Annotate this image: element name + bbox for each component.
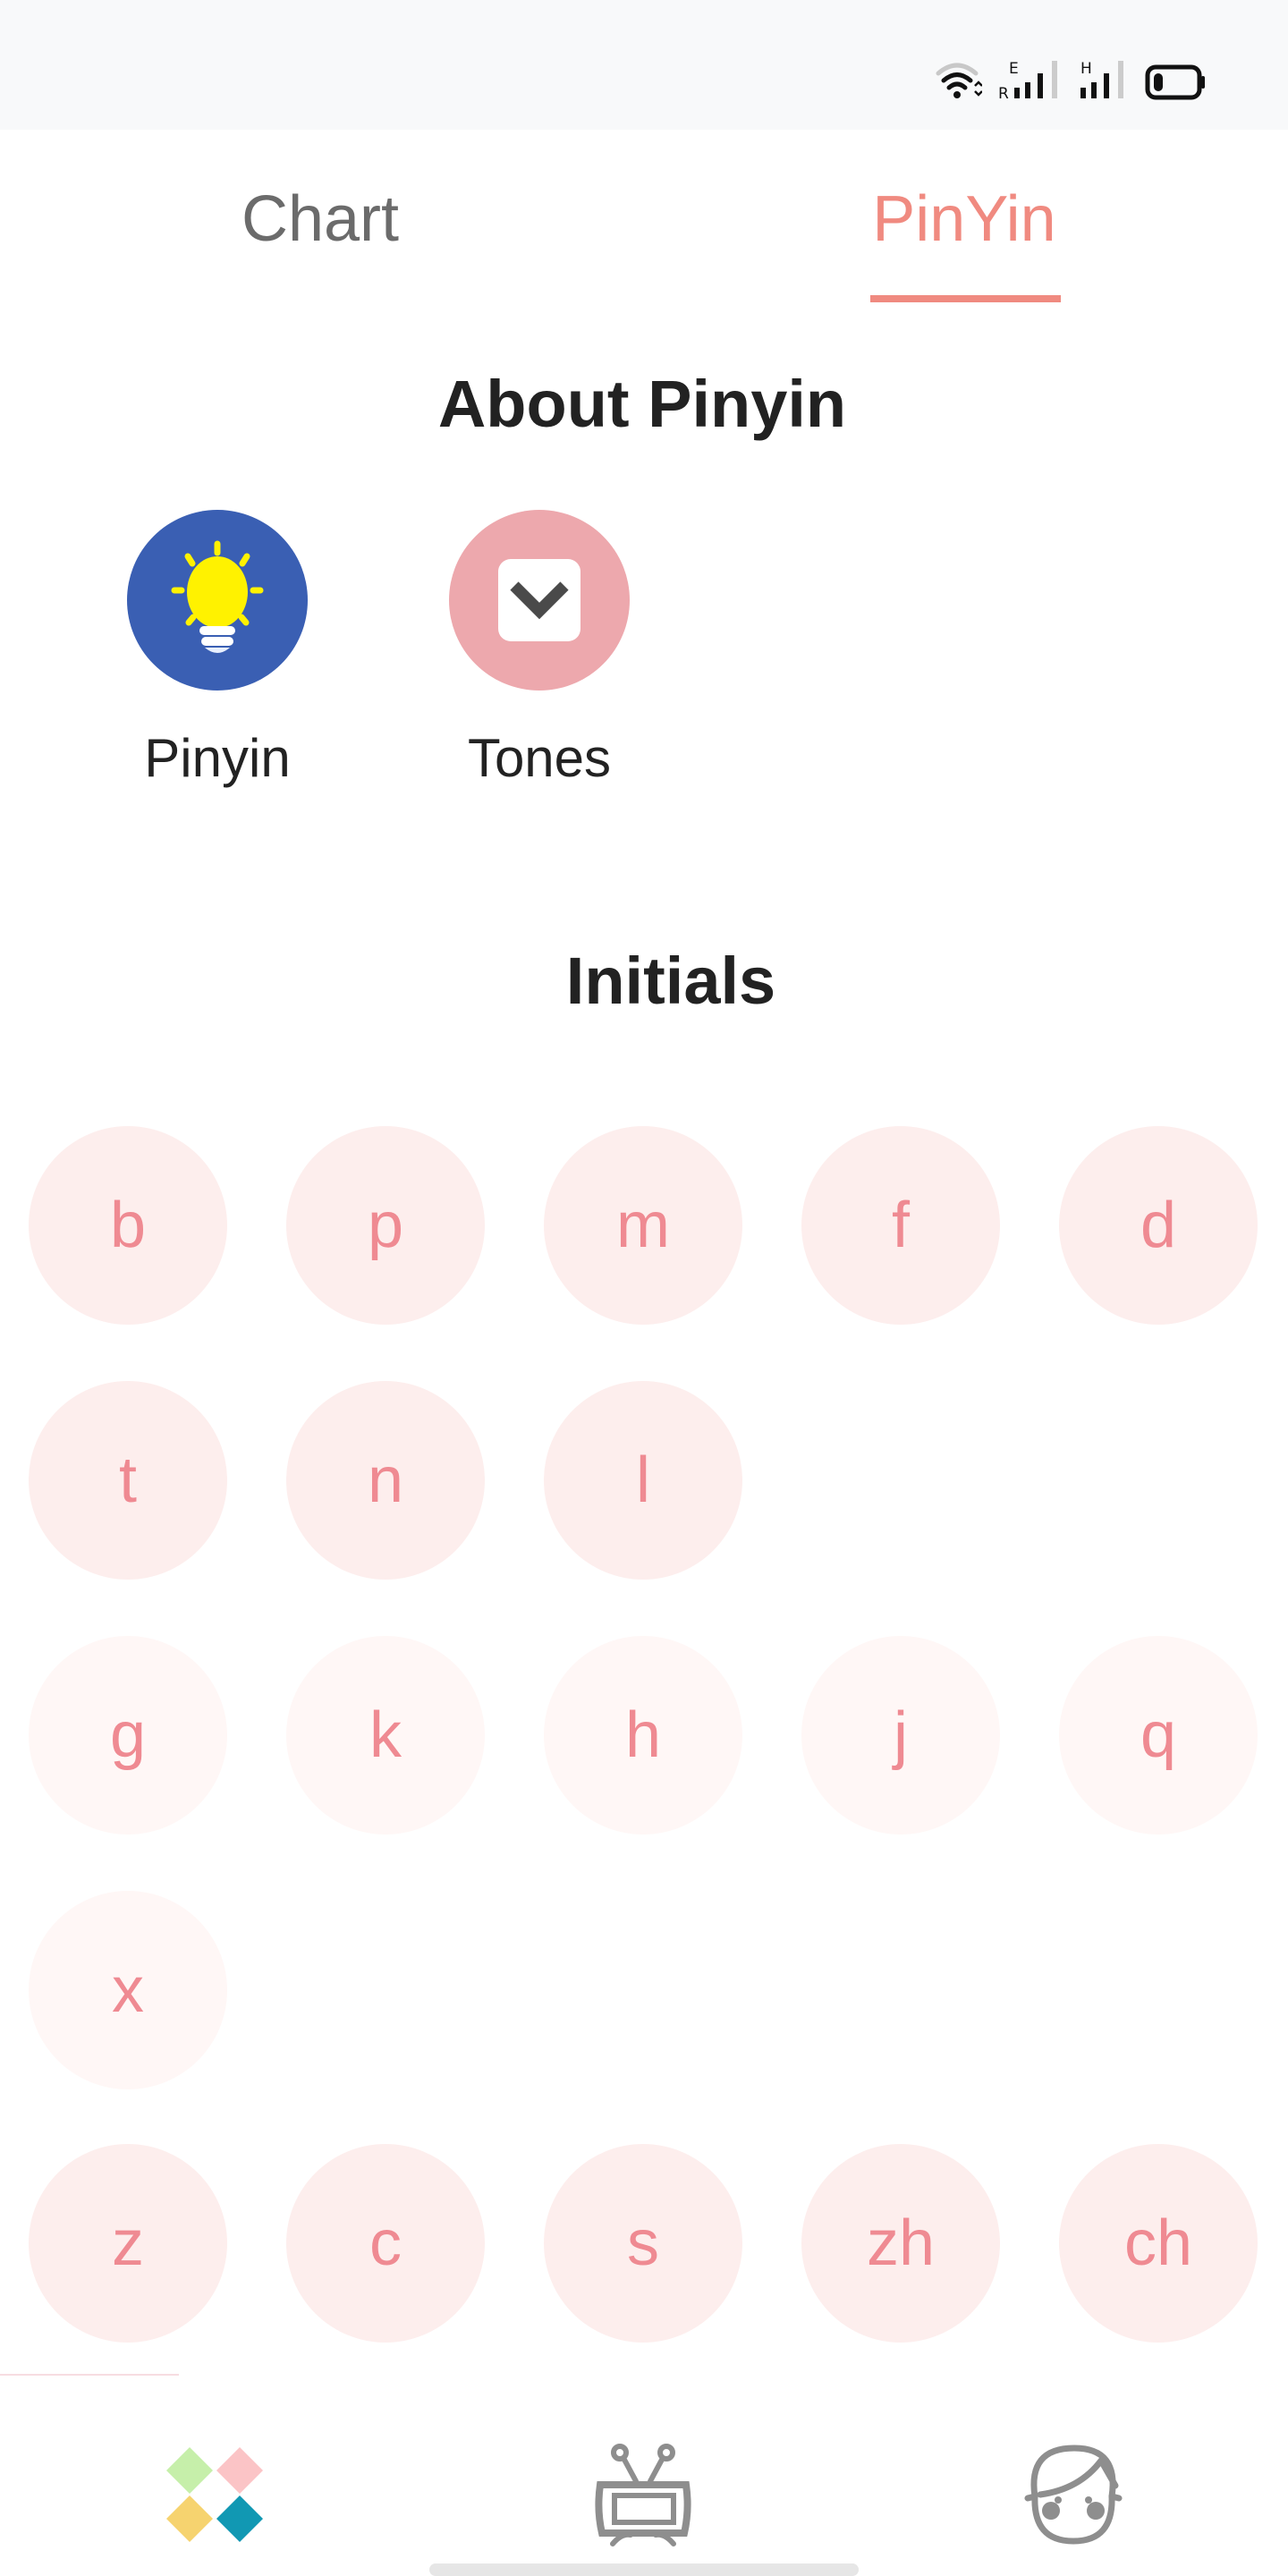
about-item-pinyin[interactable]: Pinyin <box>110 510 325 791</box>
initial-button[interactable]: l <box>544 1381 742 1580</box>
signal-2-icon: H <box>1079 59 1129 100</box>
initial-button[interactable]: d <box>1059 1126 1258 1325</box>
initial-button[interactable]: c <box>286 2144 485 2343</box>
initial-button[interactable]: t <box>29 1381 227 1580</box>
initial-button[interactable]: ch <box>1059 2144 1258 2343</box>
initial-button[interactable]: s <box>544 2144 742 2343</box>
initial-button[interactable]: h <box>544 1636 742 1835</box>
wifi-icon <box>936 61 982 100</box>
nav-profile[interactable] <box>1002 2424 1145 2567</box>
signal-2-label: H <box>1080 60 1092 78</box>
initial-button[interactable]: p <box>286 1126 485 1325</box>
status-bar: E R H <box>0 0 1288 130</box>
about-item-tones-label: Tones <box>467 728 612 788</box>
initial-button[interactable]: j <box>801 1636 1000 1835</box>
chevron-down-box-icon <box>449 510 630 691</box>
signal-1-label-bottom: R <box>998 85 1009 100</box>
initial-button[interactable]: n <box>286 1381 485 1580</box>
initial-button[interactable]: q <box>1059 1636 1258 1835</box>
initial-button[interactable]: b <box>29 1126 227 1325</box>
bottom-nav <box>0 2379 1288 2576</box>
about-item-pinyin-label: Pinyin <box>144 728 291 788</box>
battery-icon <box>1145 64 1208 100</box>
signal-1-label-top: E <box>1009 60 1019 78</box>
signal-1-icon: E R <box>998 59 1063 100</box>
active-tab-indicator <box>870 295 1061 302</box>
initial-button[interactable]: m <box>544 1126 742 1325</box>
colorful-diamonds-icon <box>161 2440 268 2552</box>
home-indicator[interactable] <box>429 2563 859 2576</box>
tab-chart[interactable]: Chart <box>186 179 454 259</box>
tab-bar: Chart PinYin <box>0 143 1288 313</box>
about-pinyin-title: About Pinyin <box>437 367 847 441</box>
tab-pinyin[interactable]: PinYin <box>830 179 1098 259</box>
nav-home[interactable] <box>143 2424 286 2567</box>
status-icons: E R H <box>936 59 1208 100</box>
tv-icon <box>586 2440 702 2552</box>
boy-face-icon <box>1015 2436 1131 2556</box>
nav-tv[interactable] <box>572 2424 716 2567</box>
nav-divider <box>0 2374 179 2376</box>
initials-title: Initials <box>565 944 776 1018</box>
initial-button[interactable]: g <box>29 1636 227 1835</box>
lightbulb-icon <box>127 510 308 691</box>
initial-button[interactable]: z <box>29 2144 227 2343</box>
initial-button[interactable]: k <box>286 1636 485 1835</box>
about-item-tones[interactable]: Tones <box>432 510 647 791</box>
initial-button[interactable]: zh <box>801 2144 1000 2343</box>
initial-button[interactable]: x <box>29 1891 227 2089</box>
initial-button[interactable]: f <box>801 1126 1000 1325</box>
